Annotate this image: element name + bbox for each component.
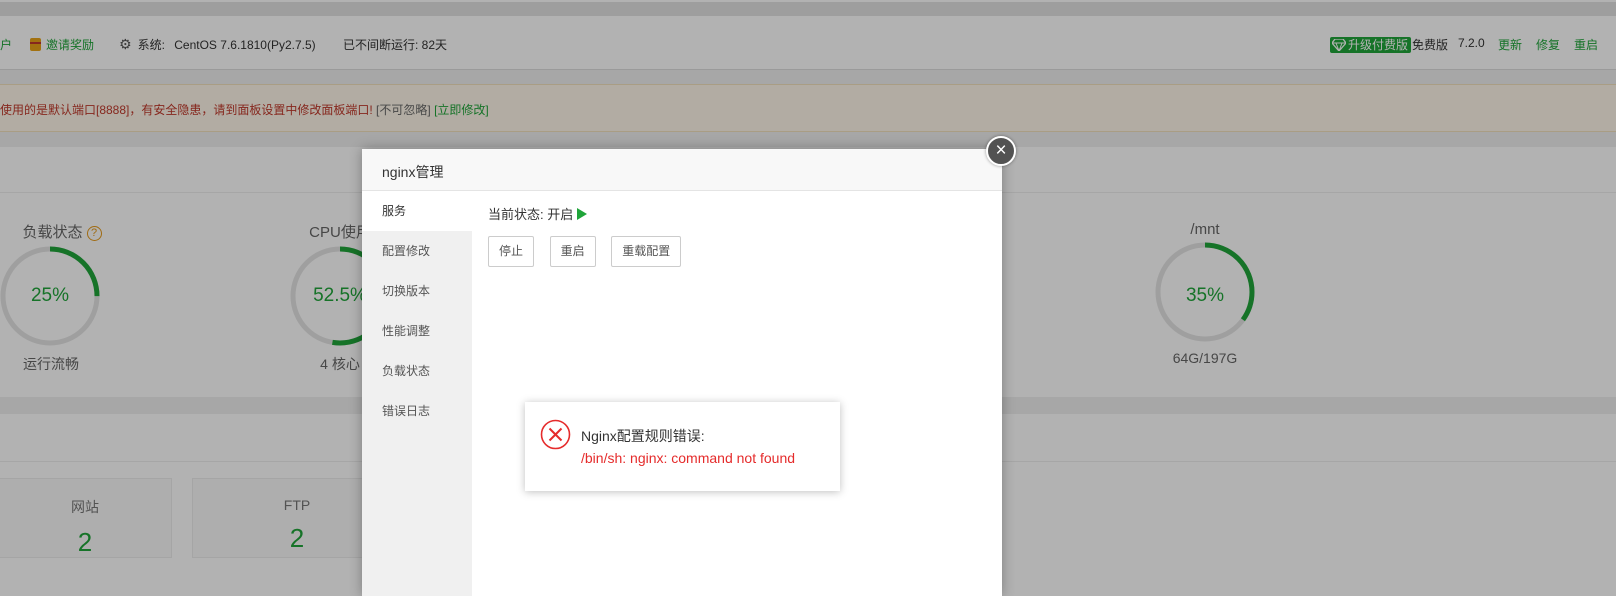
status-value: 开启 <box>547 207 574 222</box>
status-label: 当前状态: <box>488 207 544 222</box>
error-message: /bin/sh: nginx: command not found <box>581 450 796 466</box>
menu-item-error-log[interactable]: 错误日志 <box>362 391 472 431</box>
modal-menu: 服务 配置修改 切换版本 性能调整 负载状态 错误日志 <box>362 191 472 596</box>
service-panel: 当前状态: 开启 停止 重启 重载配置 <box>488 205 693 267</box>
error-popup: Nginx配置规则错误: /bin/sh: nginx: command not… <box>525 402 840 491</box>
stop-button[interactable]: 停止 <box>488 236 535 267</box>
menu-item-service[interactable]: 服务 <box>362 191 472 231</box>
error-icon <box>540 419 571 450</box>
modal-title: nginx管理 <box>362 149 1002 191</box>
play-icon <box>577 208 588 220</box>
menu-item-version[interactable]: 切换版本 <box>362 271 472 311</box>
restart-button[interactable]: 重启 <box>549 236 596 267</box>
menu-item-performance[interactable]: 性能调整 <box>362 311 472 351</box>
service-buttons: 停止 重启 重载配置 <box>488 236 693 267</box>
nginx-modal: nginx管理 服务 配置修改 切换版本 性能调整 负载状态 错误日志 当前状态… <box>362 149 1002 596</box>
error-title: Nginx配置规则错误: <box>581 428 705 444</box>
service-status: 当前状态: 开启 <box>488 205 693 225</box>
close-icon[interactable]: × <box>986 136 1016 166</box>
menu-item-load-status[interactable]: 负载状态 <box>362 351 472 391</box>
reload-config-button[interactable]: 重载配置 <box>611 236 682 267</box>
menu-item-config[interactable]: 配置修改 <box>362 231 472 271</box>
